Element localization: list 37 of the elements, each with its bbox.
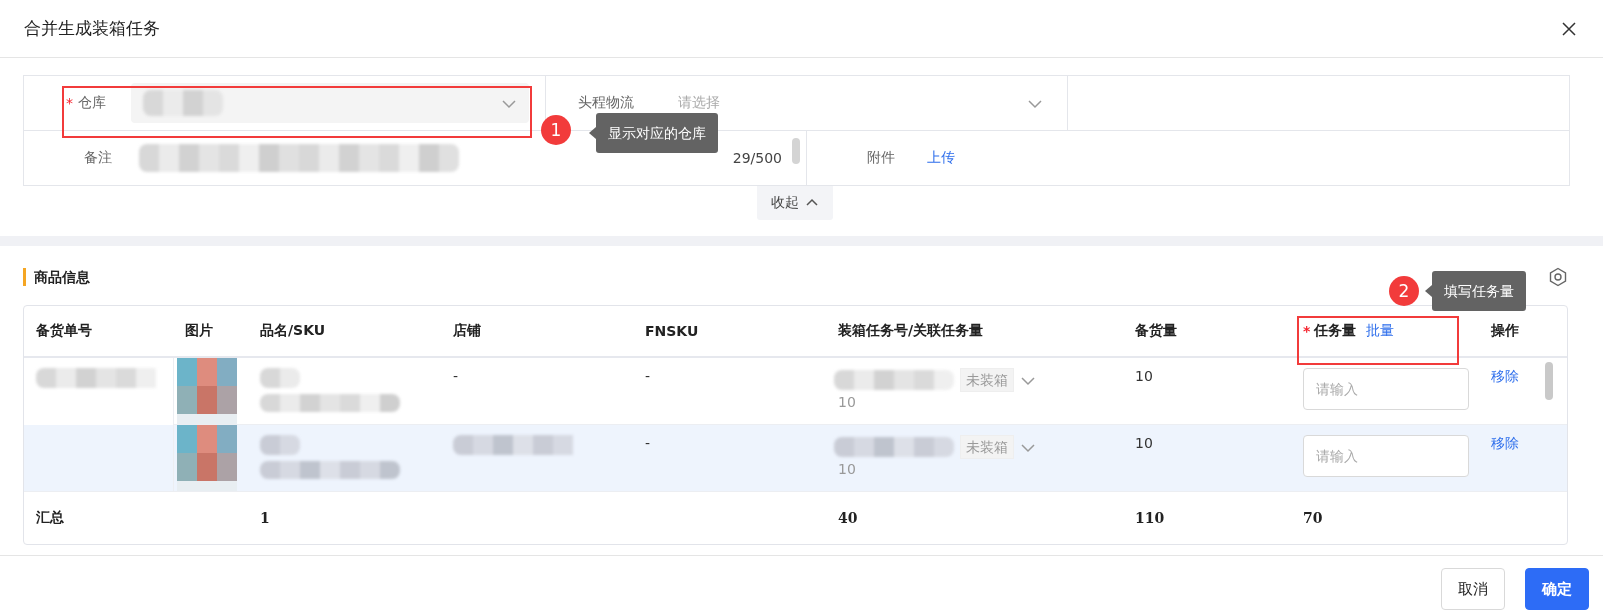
column-header: 备货量 [1135,322,1177,338]
column-header: 任务量 [1314,322,1357,340]
summary-value: 70 [1303,510,1323,526]
column-header: 操作 [1491,322,1519,338]
step-badge: 2 [1389,276,1419,306]
field-label: 头程物流 [578,94,634,112]
column-header: 备货单号 [36,322,92,338]
summary-label: 汇总 [36,509,64,525]
character-count: 29/500 [732,150,782,166]
dialog-title: 合并生成装箱任务 [24,17,161,40]
table-cell: - [453,368,459,384]
required-mark: * [66,95,73,111]
summary-value: 110 [1135,510,1165,526]
linked-quantity: 10 [838,461,857,477]
step-badge: 1 [541,115,571,145]
table-cell: - [645,435,651,451]
status-tag: 未装箱 [960,435,1014,459]
linked-quantity: 10 [838,394,857,410]
field-label: 附件 [867,149,896,167]
column-header: FNSKU [645,323,699,339]
section-title: 商品信息 [23,268,90,286]
column-header: 装箱任务号/关联任务量 [838,322,984,338]
status-tag: 未装箱 [960,368,1014,392]
required-mark: * [1303,323,1311,339]
placeholder-text: 请选择 [678,94,720,112]
table-cell: 10 [1135,368,1153,384]
tooltip: 填写任务量 [1425,271,1526,311]
table-cell: 10 [1135,435,1153,451]
tooltip: 显示对应的仓库 [589,113,718,153]
summary-value: 1 [260,510,270,526]
label-text: 仓库 [78,94,106,112]
summary-value: 40 [838,510,858,526]
field-label: 备注 [84,149,113,167]
column-header: 图片 [185,322,213,338]
column-header: 品名/SKU [260,322,326,338]
column-header: 店铺 [453,322,481,338]
table-cell: - [645,368,651,384]
